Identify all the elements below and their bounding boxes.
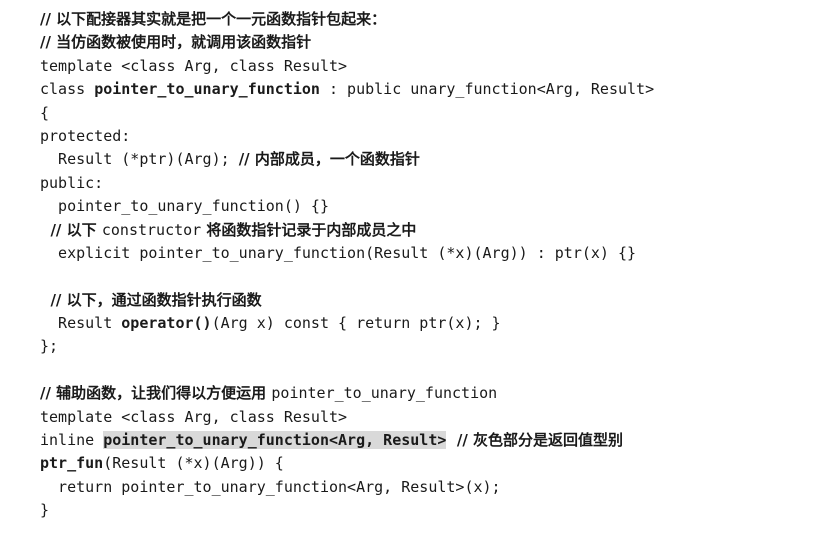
code-comment: // 辅助函数，让我们得以方便运用 — [40, 384, 272, 403]
operator-name: operator() — [121, 314, 212, 333]
code-line-3: template <class Arg, class Result> — [40, 56, 348, 75]
code-keyword: class — [40, 80, 95, 99]
code-text: : public unary_function<Arg, Result> — [319, 80, 655, 99]
code-line-10: // 以下 constructor 将函数指针记录于内部成员之中 — [40, 219, 816, 242]
code-line-1: // 以下配接器其实就是把一个一元函数指针包起来： — [40, 8, 816, 31]
code-text: (Result (*x)(Arg)) { — [103, 454, 284, 473]
code-comment: // 灰色部分是返回值型别 — [446, 431, 624, 450]
code-comment: // 当仿函数被使用时，就调用该函数指针 — [40, 33, 312, 52]
code-text: inline — [40, 431, 104, 450]
code-text: (Arg x) const { return ptr(x); } — [211, 314, 501, 333]
code-line-4: class pointer_to_unary_function : public… — [40, 78, 816, 101]
code-line-22: } — [40, 501, 50, 520]
code-line-9: pointer_to_unary_function() {} — [40, 197, 329, 216]
code-line-11: explicit pointer_to_unary_function(Resul… — [40, 243, 637, 262]
code-listing: // 以下配接器其实就是把一个一元函数指针包起来： // 当仿函数被使用时，就调… — [40, 8, 816, 523]
code-line-18: template <class Arg, class Result> — [40, 407, 348, 426]
code-line-14: Result operator()(Arg x) const { return … — [40, 312, 816, 335]
function-name: ptr_fun — [40, 454, 104, 473]
code-line-15: }; — [40, 337, 59, 356]
code-text: Result (*ptr)(Arg); — [40, 150, 239, 169]
code-comment: // 内部成员，一个函数指针 — [238, 150, 420, 169]
code-text: constructor — [101, 220, 202, 239]
code-line-8: public: — [40, 173, 104, 192]
code-comment: // 以下，通过函数指针执行函数 — [40, 290, 262, 309]
code-line-13: // 以下，通过函数指针执行函数 — [40, 289, 816, 312]
code-line-17: // 辅助函数，让我们得以方便运用 pointer_to_unary_funct… — [40, 382, 816, 405]
highlighted-return-type: pointer_to_unary_function<Arg, Result> — [103, 431, 447, 450]
code-comment: 将函数指针记录于内部成员之中 — [201, 220, 417, 239]
code-line-6: protected: — [40, 126, 131, 145]
code-line-7: Result (*ptr)(Arg); // 内部成员，一个函数指针 — [40, 148, 816, 171]
code-text: Result — [40, 314, 122, 333]
code-line-20: ptr_fun(Result (*x)(Arg)) { — [40, 452, 816, 475]
code-line-21: return pointer_to_unary_function<Arg, Re… — [40, 477, 501, 496]
class-name: pointer_to_unary_function — [94, 80, 320, 99]
code-text: pointer_to_unary_function — [271, 384, 498, 403]
code-comment: // 以下配接器其实就是把一个一元函数指针包起来： — [40, 10, 387, 28]
code-line-2: // 当仿函数被使用时，就调用该函数指针 — [40, 31, 816, 54]
code-line-5: { — [40, 103, 50, 122]
code-comment: // 以下 — [40, 220, 102, 239]
code-line-19: inline pointer_to_unary_function<Arg, Re… — [40, 429, 816, 452]
